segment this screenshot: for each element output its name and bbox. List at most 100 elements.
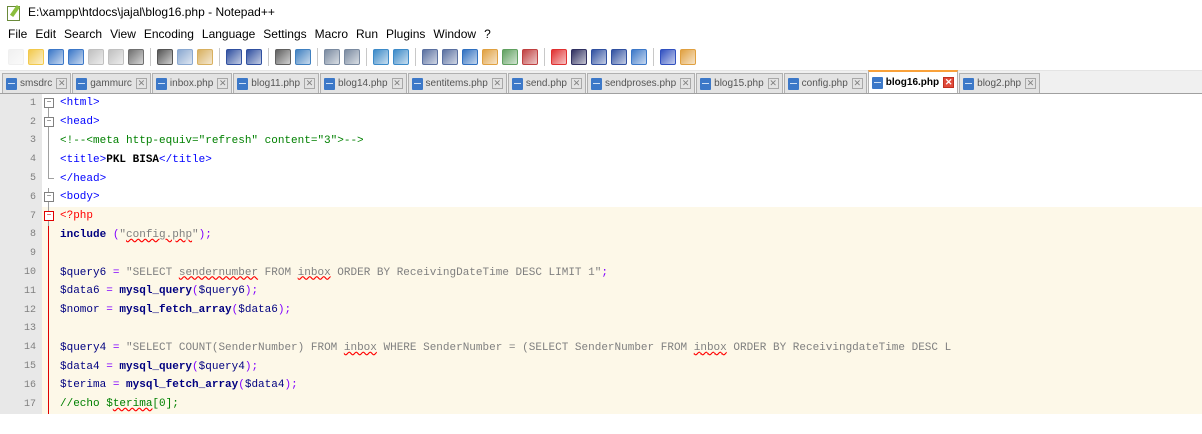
tab-config-php[interactable]: config.php ✕ bbox=[783, 73, 867, 93]
fold-toggle-icon[interactable]: − bbox=[44, 191, 54, 202]
save-macro-icon[interactable] bbox=[631, 49, 647, 65]
menu-window[interactable]: Window bbox=[429, 27, 480, 41]
code-line[interactable]: 17 //echo $terima[0]; bbox=[0, 394, 1202, 414]
tab-close-icon[interactable]: ✕ bbox=[56, 78, 68, 89]
play-macro-icon[interactable] bbox=[591, 49, 607, 65]
menu-settings[interactable]: Settings bbox=[259, 27, 310, 41]
sync-h-icon[interactable] bbox=[393, 49, 409, 65]
code-line[interactable]: 6− <body> bbox=[0, 187, 1202, 207]
tab-blog16-php[interactable]: blog16.php ✕ bbox=[867, 70, 959, 93]
file-save-state-icon bbox=[155, 77, 167, 90]
tab-close-icon[interactable]: ✕ bbox=[1025, 78, 1037, 89]
code-line[interactable]: 11 $data6 = mysql_query($query6); bbox=[0, 281, 1202, 301]
fold-margin[interactable]: − bbox=[42, 206, 56, 226]
code-line[interactable]: 14 $query4 = "SELECT COUNT(SenderNumber) … bbox=[0, 338, 1202, 358]
menu-help[interactable]: ? bbox=[480, 27, 495, 41]
sync-v-icon[interactable] bbox=[373, 49, 389, 65]
run-macro-multi-icon[interactable] bbox=[611, 49, 627, 65]
code-line[interactable]: 5 </head> bbox=[0, 169, 1202, 188]
doc-map-icon[interactable] bbox=[502, 49, 518, 65]
code-line[interactable]: 2− <head> bbox=[0, 112, 1202, 132]
code-token: ); bbox=[198, 228, 212, 241]
menu-view[interactable]: View bbox=[106, 27, 140, 41]
menu-file[interactable]: File bbox=[4, 27, 31, 41]
replace-icon[interactable] bbox=[295, 49, 311, 65]
tab-close-icon[interactable]: ✕ bbox=[217, 78, 229, 89]
func-list-icon[interactable] bbox=[522, 49, 538, 65]
indent-guide-icon[interactable] bbox=[462, 49, 478, 65]
menu-encoding[interactable]: Encoding bbox=[140, 27, 198, 41]
code-line[interactable]: 3 <!--<meta http-equiv="refresh" content=… bbox=[0, 131, 1202, 151]
zoom-in-icon[interactable] bbox=[324, 49, 340, 65]
code-line[interactable]: 16 $terima = mysql_fetch_array($data4); bbox=[0, 375, 1202, 395]
fold-margin bbox=[42, 319, 56, 339]
save-icon[interactable] bbox=[48, 49, 64, 65]
tab-blog15-php[interactable]: blog15.php ✕ bbox=[696, 73, 783, 93]
tab-close-icon[interactable]: ✕ bbox=[851, 78, 863, 89]
code-line[interactable]: 9 bbox=[0, 244, 1202, 264]
undo-icon[interactable] bbox=[226, 49, 242, 65]
fold-margin bbox=[42, 281, 56, 301]
all-chars-icon[interactable] bbox=[442, 49, 458, 65]
fold-margin[interactable]: − bbox=[42, 187, 56, 207]
code-line[interactable]: 7− <?php bbox=[0, 206, 1202, 226]
new-file-icon[interactable] bbox=[8, 49, 24, 65]
menu-bar: File Edit Search View Encoding Language … bbox=[0, 24, 1202, 44]
fold-toggle-icon[interactable]: − bbox=[44, 210, 54, 221]
tab-blog11-php[interactable]: blog11.php ✕ bbox=[233, 73, 320, 93]
code-text: <title>PKL BISA</title> bbox=[56, 154, 212, 166]
cut-icon[interactable] bbox=[157, 49, 173, 65]
code-line[interactable]: 8 include ("config.php"); bbox=[0, 225, 1202, 245]
tab-sendproses-php[interactable]: sendproses.php ✕ bbox=[586, 73, 696, 93]
code-token: $terima bbox=[60, 379, 107, 392]
tab-close-icon[interactable]: ✕ bbox=[767, 78, 779, 89]
tab-close-icon[interactable]: ✕ bbox=[304, 78, 316, 89]
menu-plugins[interactable]: Plugins bbox=[382, 27, 429, 41]
record-macro-icon[interactable] bbox=[551, 49, 567, 65]
code-editor[interactable]: 1− <html> 2− <head> 3 <!--<meta http-equiv="r… bbox=[0, 94, 1202, 415]
tab-send-php[interactable]: send.php ✕ bbox=[507, 73, 586, 93]
tab-close-icon[interactable]: ✕ bbox=[680, 78, 692, 89]
find-icon[interactable] bbox=[275, 49, 291, 65]
menu-macro[interactable]: Macro bbox=[311, 27, 352, 41]
word-wrap-icon[interactable] bbox=[422, 49, 438, 65]
fold-margin[interactable]: − bbox=[42, 112, 56, 132]
tab-close-icon[interactable]: ✕ bbox=[391, 78, 403, 89]
tab-sentitems-php[interactable]: sentitems.php ✕ bbox=[407, 73, 507, 93]
spellcheck-icon[interactable] bbox=[660, 49, 676, 65]
tab-smsdrc[interactable]: smsdrc ✕ bbox=[2, 73, 72, 93]
fold-margin[interactable]: − bbox=[42, 94, 56, 113]
code-line[interactable]: 4 <title>PKL BISA</title> bbox=[0, 150, 1202, 170]
menu-search[interactable]: Search bbox=[60, 27, 106, 41]
fold-toggle-icon[interactable]: − bbox=[44, 116, 54, 127]
menu-run[interactable]: Run bbox=[352, 27, 382, 41]
code-line[interactable]: 15 $data4 = mysql_query($query4); bbox=[0, 357, 1202, 376]
code-line[interactable]: 13 bbox=[0, 319, 1202, 339]
lang-icon[interactable] bbox=[482, 49, 498, 65]
copy-icon[interactable] bbox=[177, 49, 193, 65]
open-file-icon[interactable] bbox=[28, 49, 44, 65]
tab-inbox-php[interactable]: inbox.php ✕ bbox=[151, 73, 233, 93]
code-line[interactable]: 1− <html> bbox=[0, 94, 1202, 113]
tab-close-icon[interactable]: ✕ bbox=[491, 78, 503, 89]
tab-close-icon[interactable]: ✕ bbox=[943, 77, 955, 88]
tab-close-icon[interactable]: ✕ bbox=[135, 78, 147, 89]
paint-icon[interactable] bbox=[680, 49, 696, 65]
close-icon[interactable] bbox=[88, 49, 104, 65]
menu-language[interactable]: Language bbox=[198, 27, 259, 41]
code-line[interactable]: 12 $nomor = mysql_fetch_array($data6); bbox=[0, 300, 1202, 320]
redo-icon[interactable] bbox=[246, 49, 262, 65]
close-all-icon[interactable] bbox=[108, 49, 124, 65]
tab-gammurc[interactable]: gammurc ✕ bbox=[72, 73, 151, 93]
tab-blog2-php[interactable]: blog2.php ✕ bbox=[959, 73, 1041, 93]
zoom-out-icon[interactable] bbox=[344, 49, 360, 65]
tab-close-icon[interactable]: ✕ bbox=[570, 78, 582, 89]
tab-blog14-php[interactable]: blog14.php ✕ bbox=[320, 73, 407, 93]
save-all-icon[interactable] bbox=[68, 49, 84, 65]
fold-toggle-icon[interactable]: − bbox=[44, 98, 54, 108]
code-line[interactable]: 10 $query6 = "SELECT sendernumber FROM in… bbox=[0, 263, 1202, 282]
menu-edit[interactable]: Edit bbox=[31, 27, 60, 41]
paste-icon[interactable] bbox=[197, 49, 213, 65]
stop-macro-icon[interactable] bbox=[571, 49, 587, 65]
print-icon[interactable] bbox=[128, 49, 144, 65]
